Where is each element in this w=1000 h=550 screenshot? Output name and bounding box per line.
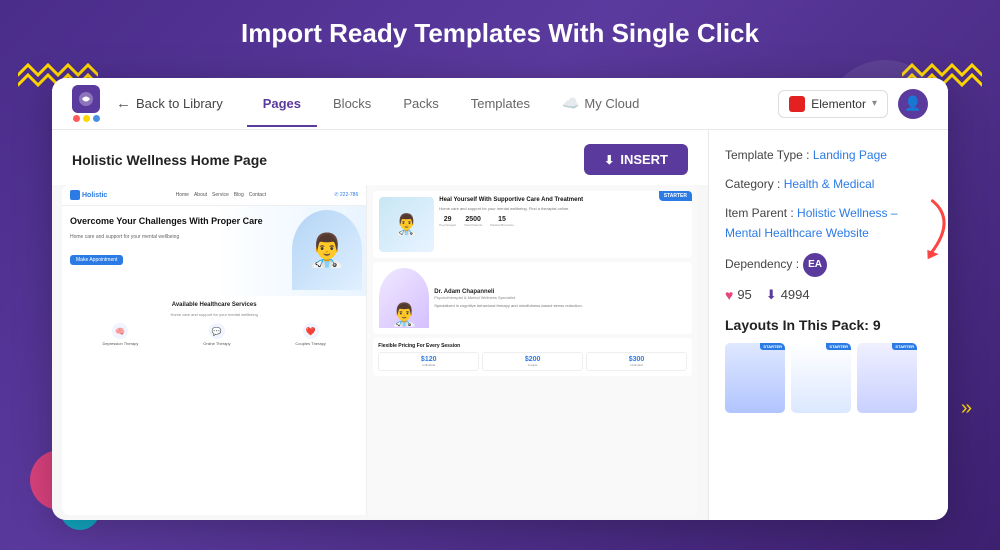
price-card-unlimited: $300 Unlimited xyxy=(586,352,687,371)
stat-psychologist: 29 Psychologist xyxy=(439,216,456,227)
chevron-decoration: » xyxy=(961,397,972,420)
mini-panel-pricing: Flexible Pricing For Every Session $120 … xyxy=(373,338,692,376)
pricing-cards: $120 Individual $200 Couple $300 Unlimit… xyxy=(378,352,687,371)
mini-stats: 29 Psychologist 2500 Total Patients xyxy=(439,216,686,227)
user-avatar[interactable]: 👤 xyxy=(898,89,928,119)
tab-pages[interactable]: Pages xyxy=(247,80,317,127)
preview-area: Holistic Wellness Home Page ⬇ INSERT Hol… xyxy=(52,130,708,520)
depression-icon: 🧠 xyxy=(112,323,128,339)
layout-thumb-1[interactable]: STARTER xyxy=(725,343,785,413)
mini-logo-icon xyxy=(70,190,80,200)
layout-starter-badge-3: STARTER xyxy=(892,343,917,350)
content-area: Holistic Wellness Home Page ⬇ INSERT Hol… xyxy=(52,130,948,520)
back-label: Back to Library xyxy=(136,96,223,111)
tab-packs[interactable]: Packs xyxy=(387,80,454,127)
elementor-logo-icon xyxy=(789,96,805,112)
mini-panel-text: Heal Yourself With Supportive Care And T… xyxy=(439,197,686,252)
starter-badge-top: STARTER xyxy=(659,191,692,201)
mini-services-icons: 🧠 Depression Therapy 💬 Online Therapy ❤️… xyxy=(70,323,358,346)
nav-right: Elementor ▾ 👤 xyxy=(778,89,928,119)
mini-panel-mid: 👨‍⚕️ Dr. Adam Chapanneli Psychotherapist… xyxy=(373,262,692,334)
preview-right-content: STARTER 👨‍⚕️ Heal Yourself With Supporti… xyxy=(367,185,698,515)
mini-services-sub: Home care and support for your mental we… xyxy=(70,312,358,317)
brand-dots xyxy=(73,115,100,122)
page-heading: Import Ready Templates With Single Click xyxy=(0,0,1000,61)
mini-cta-btn: Make Appointment xyxy=(70,255,123,265)
mini-panel-top: STARTER 👨‍⚕️ Heal Yourself With Supporti… xyxy=(373,191,692,258)
chevron-down-icon: ▾ xyxy=(872,98,877,109)
brand-logo xyxy=(72,85,100,122)
navigation-bar: ← Back to Library Pages Blocks Packs Tem… xyxy=(52,78,948,130)
info-panel: Template Type : Landing Page Category : … xyxy=(708,130,948,520)
price-card-individual: $120 Individual xyxy=(378,352,479,371)
price-card-couple: $200 Couple xyxy=(482,352,583,371)
info-template-type: Template Type : Landing Page xyxy=(725,146,932,165)
likes-count: 95 xyxy=(737,287,751,302)
stat-branches: 15 Medical Branches xyxy=(490,216,514,227)
downloads-count: 4994 xyxy=(781,287,810,302)
mini-hero: Overcome Your Challenges With Proper Car… xyxy=(62,206,366,296)
mini-brand: Holistic xyxy=(70,190,107,200)
service-item-depression: 🧠 Depression Therapy xyxy=(102,323,138,346)
layout-starter-badge-2: STARTER xyxy=(826,343,851,350)
heart-icon: ♥ xyxy=(725,287,733,303)
pricing-title: Flexible Pricing For Every Session xyxy=(378,343,687,349)
download-icon: ⬇ xyxy=(766,287,777,303)
likes-stat: ♥ 95 xyxy=(725,287,752,303)
mini-services-title: Available Healthcare Services xyxy=(70,302,358,308)
cloud-icon: ☁️ xyxy=(562,95,579,112)
download-insert-icon: ⬇ xyxy=(604,153,614,167)
main-card: ← Back to Library Pages Blocks Packs Tem… xyxy=(52,78,948,520)
dependency-badge: EA xyxy=(803,253,827,277)
mini-services: Available Healthcare Services Home care … xyxy=(62,296,366,352)
back-arrow-icon: ← xyxy=(116,95,131,112)
template-title: Holistic Wellness Home Page xyxy=(72,152,267,168)
layouts-title: Layouts In This Pack: 9 xyxy=(725,317,932,333)
user-icon: 👤 xyxy=(904,95,921,112)
layout-thumb-2[interactable]: STARTER xyxy=(791,343,851,413)
elementor-dropdown[interactable]: Elementor ▾ xyxy=(778,90,888,118)
mini-doctor-image: 👨‍⚕️ xyxy=(379,268,429,328)
layouts-grid: STARTER STARTER STARTER xyxy=(725,343,932,413)
elementor-label: Elementor xyxy=(811,97,866,111)
mini-doctor-text: Dr. Adam Chapanneli Psychotherapist & Me… xyxy=(434,289,686,308)
dot-red xyxy=(73,115,80,122)
couples-therapy-icon: ❤️ xyxy=(303,323,319,339)
tab-mycloud[interactable]: ☁️ My Cloud xyxy=(546,79,655,128)
mini-nav: Holistic Home About Service Blog Contact… xyxy=(62,185,366,206)
preview-left: Holistic Home About Service Blog Contact… xyxy=(62,185,367,515)
downloads-stat: ⬇ 4994 xyxy=(766,287,810,303)
dot-yellow xyxy=(83,115,90,122)
mini-hero-image: 👨‍⚕️ xyxy=(292,210,362,290)
stats-row: ♥ 95 ⬇ 4994 xyxy=(725,287,932,303)
mini-nav-links: Home About Service Blog Contact xyxy=(176,192,266,198)
layout-starter-badge-1: STARTER xyxy=(760,343,785,350)
dot-blue xyxy=(93,115,100,122)
tab-blocks[interactable]: Blocks xyxy=(317,80,387,127)
mini-panel-image: 👨‍⚕️ xyxy=(379,197,434,252)
mini-panel-desc: Home care and support for your mental we… xyxy=(439,206,686,212)
doctor-subtitle: Psychotherapist & Mental Wellness Specia… xyxy=(434,295,686,300)
service-item-couples: ❤️ Couples Therapy xyxy=(295,323,325,346)
insert-button[interactable]: ⬇ INSERT xyxy=(584,144,688,175)
info-category: Category : Health & Medical xyxy=(725,175,932,194)
brand-icon xyxy=(72,85,100,113)
layout-thumb-3[interactable]: STARTER xyxy=(857,343,917,413)
insert-label: INSERT xyxy=(620,152,668,167)
info-dependency: Dependency : EA xyxy=(725,253,932,277)
mini-panel-title: Heal Yourself With Supportive Care And T… xyxy=(439,197,686,203)
stat-patients: 2500 Total Patients xyxy=(464,216,482,227)
nav-tabs: Pages Blocks Packs Templates ☁️ My Cloud xyxy=(247,79,771,128)
preview-header: Holistic Wellness Home Page ⬇ INSERT xyxy=(52,130,708,185)
online-therapy-icon: 💬 xyxy=(209,323,225,339)
service-item-online: 💬 Online Therapy xyxy=(203,323,230,346)
back-to-library-button[interactable]: ← Back to Library xyxy=(116,95,223,112)
template-preview: Holistic Home About Service Blog Contact… xyxy=(62,185,698,515)
preview-right: STARTER 👨‍⚕️ Heal Yourself With Supporti… xyxy=(367,185,698,515)
tab-templates[interactable]: Templates xyxy=(455,80,546,127)
